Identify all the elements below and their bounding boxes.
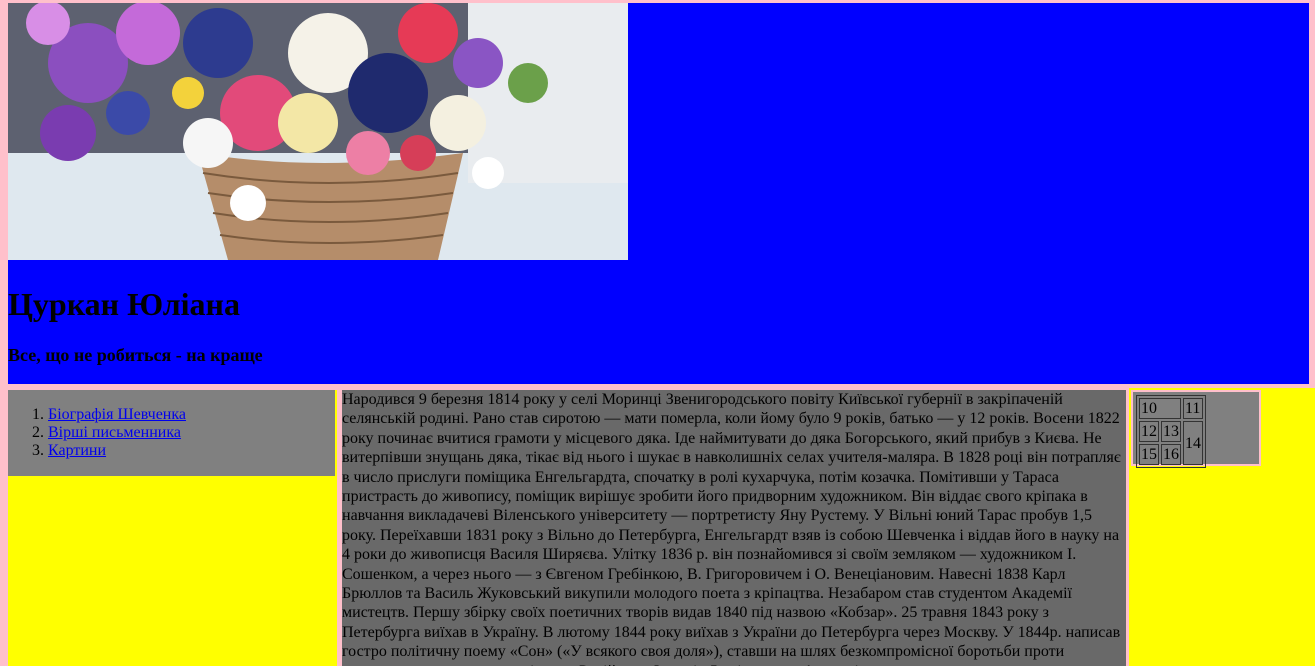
nav-menu: Біографія Шевченка Вірші письменника Кар… — [8, 390, 335, 476]
flower-basket-photo — [8, 3, 628, 260]
table-cell: 10 — [1139, 398, 1181, 419]
table-panel: 10 11 12 13 14 15 16 — [1131, 390, 1261, 468]
right-sidebar: 10 11 12 13 14 15 16 — [1129, 388, 1315, 666]
table-cell: 15 — [1139, 444, 1159, 465]
nav-item-poems: Вірші письменника — [48, 424, 335, 442]
table-cell: 13 — [1161, 421, 1181, 442]
header: Цуркан Юліана Все, що не робиться - на к… — [8, 3, 1309, 384]
table-cell: 12 — [1139, 421, 1159, 442]
number-table: 10 11 12 13 14 15 16 — [1136, 395, 1206, 468]
site-title: Цуркан Юліана — [8, 286, 240, 322]
nav-item-biography: Біографія Шевченка — [48, 406, 335, 424]
table-cell: 11 — [1183, 398, 1203, 419]
nav-list: Біографія Шевченка Вірші письменника Кар… — [8, 390, 335, 460]
left-sidebar: Біографія Шевченка Вірші письменника Кар… — [8, 390, 337, 666]
nav-link-biography[interactable]: Біографія Шевченка — [48, 406, 186, 423]
site-motto: Все, що не робиться - на краще — [8, 345, 263, 365]
table-cell: 16 — [1161, 444, 1181, 465]
table-row: 10 11 — [1139, 398, 1203, 419]
nav-link-paintings[interactable]: Картини — [48, 442, 106, 459]
main-content: Народився 9 березня 1814 року у селі Мор… — [342, 390, 1126, 666]
nav-item-paintings: Картини — [48, 442, 335, 460]
biography-text: Народився 9 березня 1814 року у селі Мор… — [342, 391, 1121, 666]
table-row: 12 13 14 — [1139, 421, 1203, 465]
nav-link-poems[interactable]: Вірші письменника — [48, 424, 181, 441]
table-cell: 14 — [1183, 421, 1203, 465]
